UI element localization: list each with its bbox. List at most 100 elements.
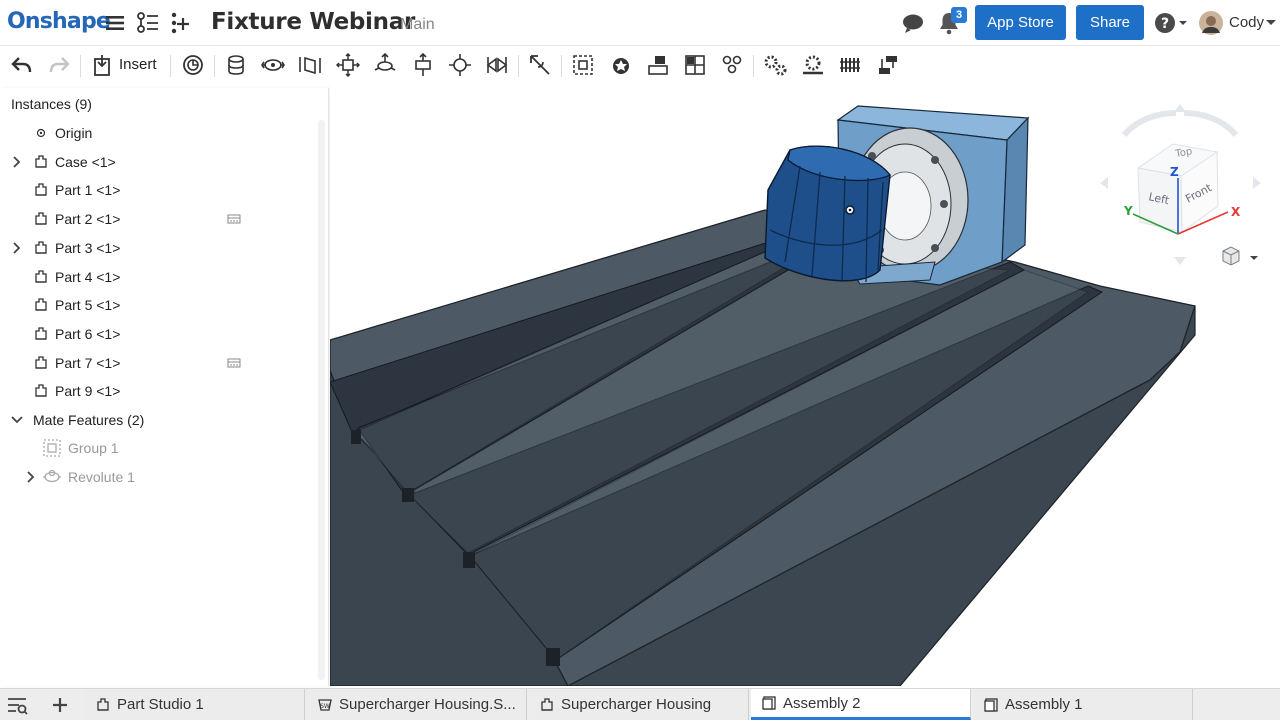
document-tab[interactable]: Supercharger Housing	[529, 689, 749, 720]
modified-part-icon[interactable]	[227, 358, 241, 368]
part-icon	[35, 241, 47, 254]
axis-x-label: X	[1231, 205, 1241, 219]
tab-label: Supercharger Housing.S...	[339, 696, 516, 713]
instance-label: Part 5 <1>	[55, 297, 121, 314]
group-feature-icon	[43, 439, 61, 457]
instance-label: Case <1>	[55, 153, 116, 170]
planar-mate-icon[interactable]	[335, 52, 361, 78]
instance-row[interactable]: Part 1 <1>	[33, 177, 120, 203]
instance-label: Part 7 <1>	[55, 354, 121, 371]
chevron-right-icon[interactable]	[11, 242, 23, 254]
document-tab[interactable]: Part Studio 1	[85, 689, 305, 720]
part-icon	[35, 269, 47, 283]
instance-row[interactable]: Part 3 <1>	[33, 235, 120, 261]
instance-row[interactable]: Case <1>	[33, 149, 116, 175]
tab-label: Part Studio 1	[117, 696, 204, 713]
comments-icon[interactable]	[900, 10, 926, 36]
imported-file-icon: SW	[318, 698, 332, 711]
document-tab[interactable]: Assembly 1	[973, 689, 1193, 720]
redo-icon[interactable]	[46, 52, 72, 78]
mate-features-label: Mate Features (2)	[33, 412, 145, 428]
instance-row[interactable]: Part 5 <1>	[33, 292, 120, 318]
user-avatar[interactable]	[1198, 10, 1224, 36]
add-tab-icon[interactable]	[50, 695, 70, 715]
mate-feature-group-1[interactable]: Group 1	[42, 435, 119, 461]
instance-label: Part 9 <1>	[55, 383, 121, 400]
graphics-viewport[interactable]: Top Left Front Z X Y	[330, 88, 1280, 686]
gear-relation-icon[interactable]	[762, 52, 788, 78]
document-tab[interactable]: SW Supercharger Housing.S...	[307, 689, 527, 720]
tangent-mate-icon[interactable]	[527, 52, 553, 78]
document-branch[interactable]: Main	[400, 16, 435, 34]
add-instance-icon[interactable]	[168, 10, 194, 36]
view-cube[interactable]: Top Left Front Z X Y	[1100, 104, 1261, 265]
group-icon[interactable]	[608, 52, 634, 78]
revolute-feature-icon	[43, 469, 61, 483]
modified-part-icon[interactable]	[227, 214, 241, 224]
instance-row[interactable]: Part 2 <1>	[33, 206, 120, 232]
ball-mate-icon[interactable]	[447, 52, 473, 78]
mate-connector-icon[interactable]	[570, 52, 596, 78]
undo-icon[interactable]	[9, 52, 35, 78]
linear-relation-icon[interactable]	[875, 52, 901, 78]
linear-pattern-icon[interactable]	[719, 52, 745, 78]
hamburger-menu-icon[interactable]	[102, 10, 128, 36]
parallel-mate-icon[interactable]	[484, 52, 510, 78]
view-options-icon[interactable]	[1222, 246, 1258, 266]
instance-label: Part 4 <1>	[55, 268, 121, 285]
onshape-logo[interactable]: Onshape	[7, 9, 111, 34]
chevron-down-icon[interactable]	[11, 414, 23, 426]
app-store-button[interactable]: App Store	[975, 5, 1066, 40]
insert-button[interactable]: Insert	[119, 56, 157, 73]
tab-manager-icon[interactable]	[6, 695, 28, 715]
features-list-icon[interactable]	[135, 10, 161, 36]
chevron-right-icon[interactable]	[11, 156, 23, 168]
replicate-icon[interactable]	[645, 52, 671, 78]
instance-row[interactable]: Part 7 <1>	[33, 350, 120, 376]
chevron-right-icon[interactable]	[25, 471, 37, 483]
notification-count-badge: 3	[951, 7, 967, 23]
cylindrical-mate-icon[interactable]	[372, 52, 398, 78]
instance-row[interactable]: Part 6 <1>	[33, 321, 120, 347]
top-bar: Onshape Fixture Webinar Main 3 App Store…	[0, 0, 1280, 46]
rack-pinion-icon[interactable]	[800, 52, 826, 78]
part-icon	[35, 327, 47, 340]
part-icon	[35, 298, 47, 311]
instance-label: Part 3 <1>	[55, 239, 121, 256]
mate-feature-revolute-1[interactable]: Revolute 1	[42, 464, 135, 490]
instance-row[interactable]: Part 4 <1>	[33, 264, 120, 290]
user-name-menu[interactable]: Cody	[1229, 14, 1264, 31]
instances-panel: Instances (9) Origin Case <1> Part 1 <1> Pa…	[0, 88, 329, 686]
part-icon	[35, 183, 47, 197]
part-icon	[35, 212, 47, 225]
share-button[interactable]: Share	[1076, 5, 1144, 40]
tab-label: Assembly 2	[783, 694, 861, 712]
instance-row[interactable]: Part 9 <1>	[33, 378, 120, 404]
screw-relation-icon[interactable]	[837, 52, 863, 78]
instance-label: Origin	[55, 125, 93, 141]
mate-features-group[interactable]: Mate Features (2)	[33, 407, 144, 433]
pattern-icon[interactable]	[682, 52, 708, 78]
insert-icon[interactable]	[89, 52, 115, 78]
slider-mate-icon[interactable]	[297, 52, 323, 78]
instances-scrollbar[interactable]	[318, 120, 325, 680]
revolute-mate-icon[interactable]	[260, 52, 286, 78]
rotate-left-arrow-icon[interactable]	[1100, 177, 1108, 189]
axis-z-label: Z	[1170, 165, 1179, 179]
document-title[interactable]: Fixture Webinar	[211, 9, 415, 35]
mate-feature-label: Revolute 1	[68, 469, 135, 485]
help-menu-icon[interactable]: ?	[1153, 10, 1189, 36]
part-icon	[35, 384, 47, 397]
instance-row[interactable]: Origin	[33, 120, 92, 146]
svg-text:?: ?	[1161, 16, 1169, 32]
mate-feature-label: Group 1	[68, 440, 119, 456]
user-menu-chevron-icon[interactable]	[1266, 20, 1276, 26]
instance-label: Part 2 <1>	[55, 211, 121, 228]
fastened-mate-icon[interactable]	[223, 52, 249, 78]
rotate-right-arrow-icon[interactable]	[1253, 177, 1261, 189]
pin-slot-mate-icon[interactable]	[410, 52, 436, 78]
document-tab[interactable]: Assembly 2	[751, 689, 971, 720]
assembly-3d-model[interactable]: Top Left Front Z X Y	[330, 88, 1280, 686]
history-icon[interactable]	[180, 52, 206, 78]
rotate-down-arrow-icon[interactable]	[1174, 257, 1186, 265]
